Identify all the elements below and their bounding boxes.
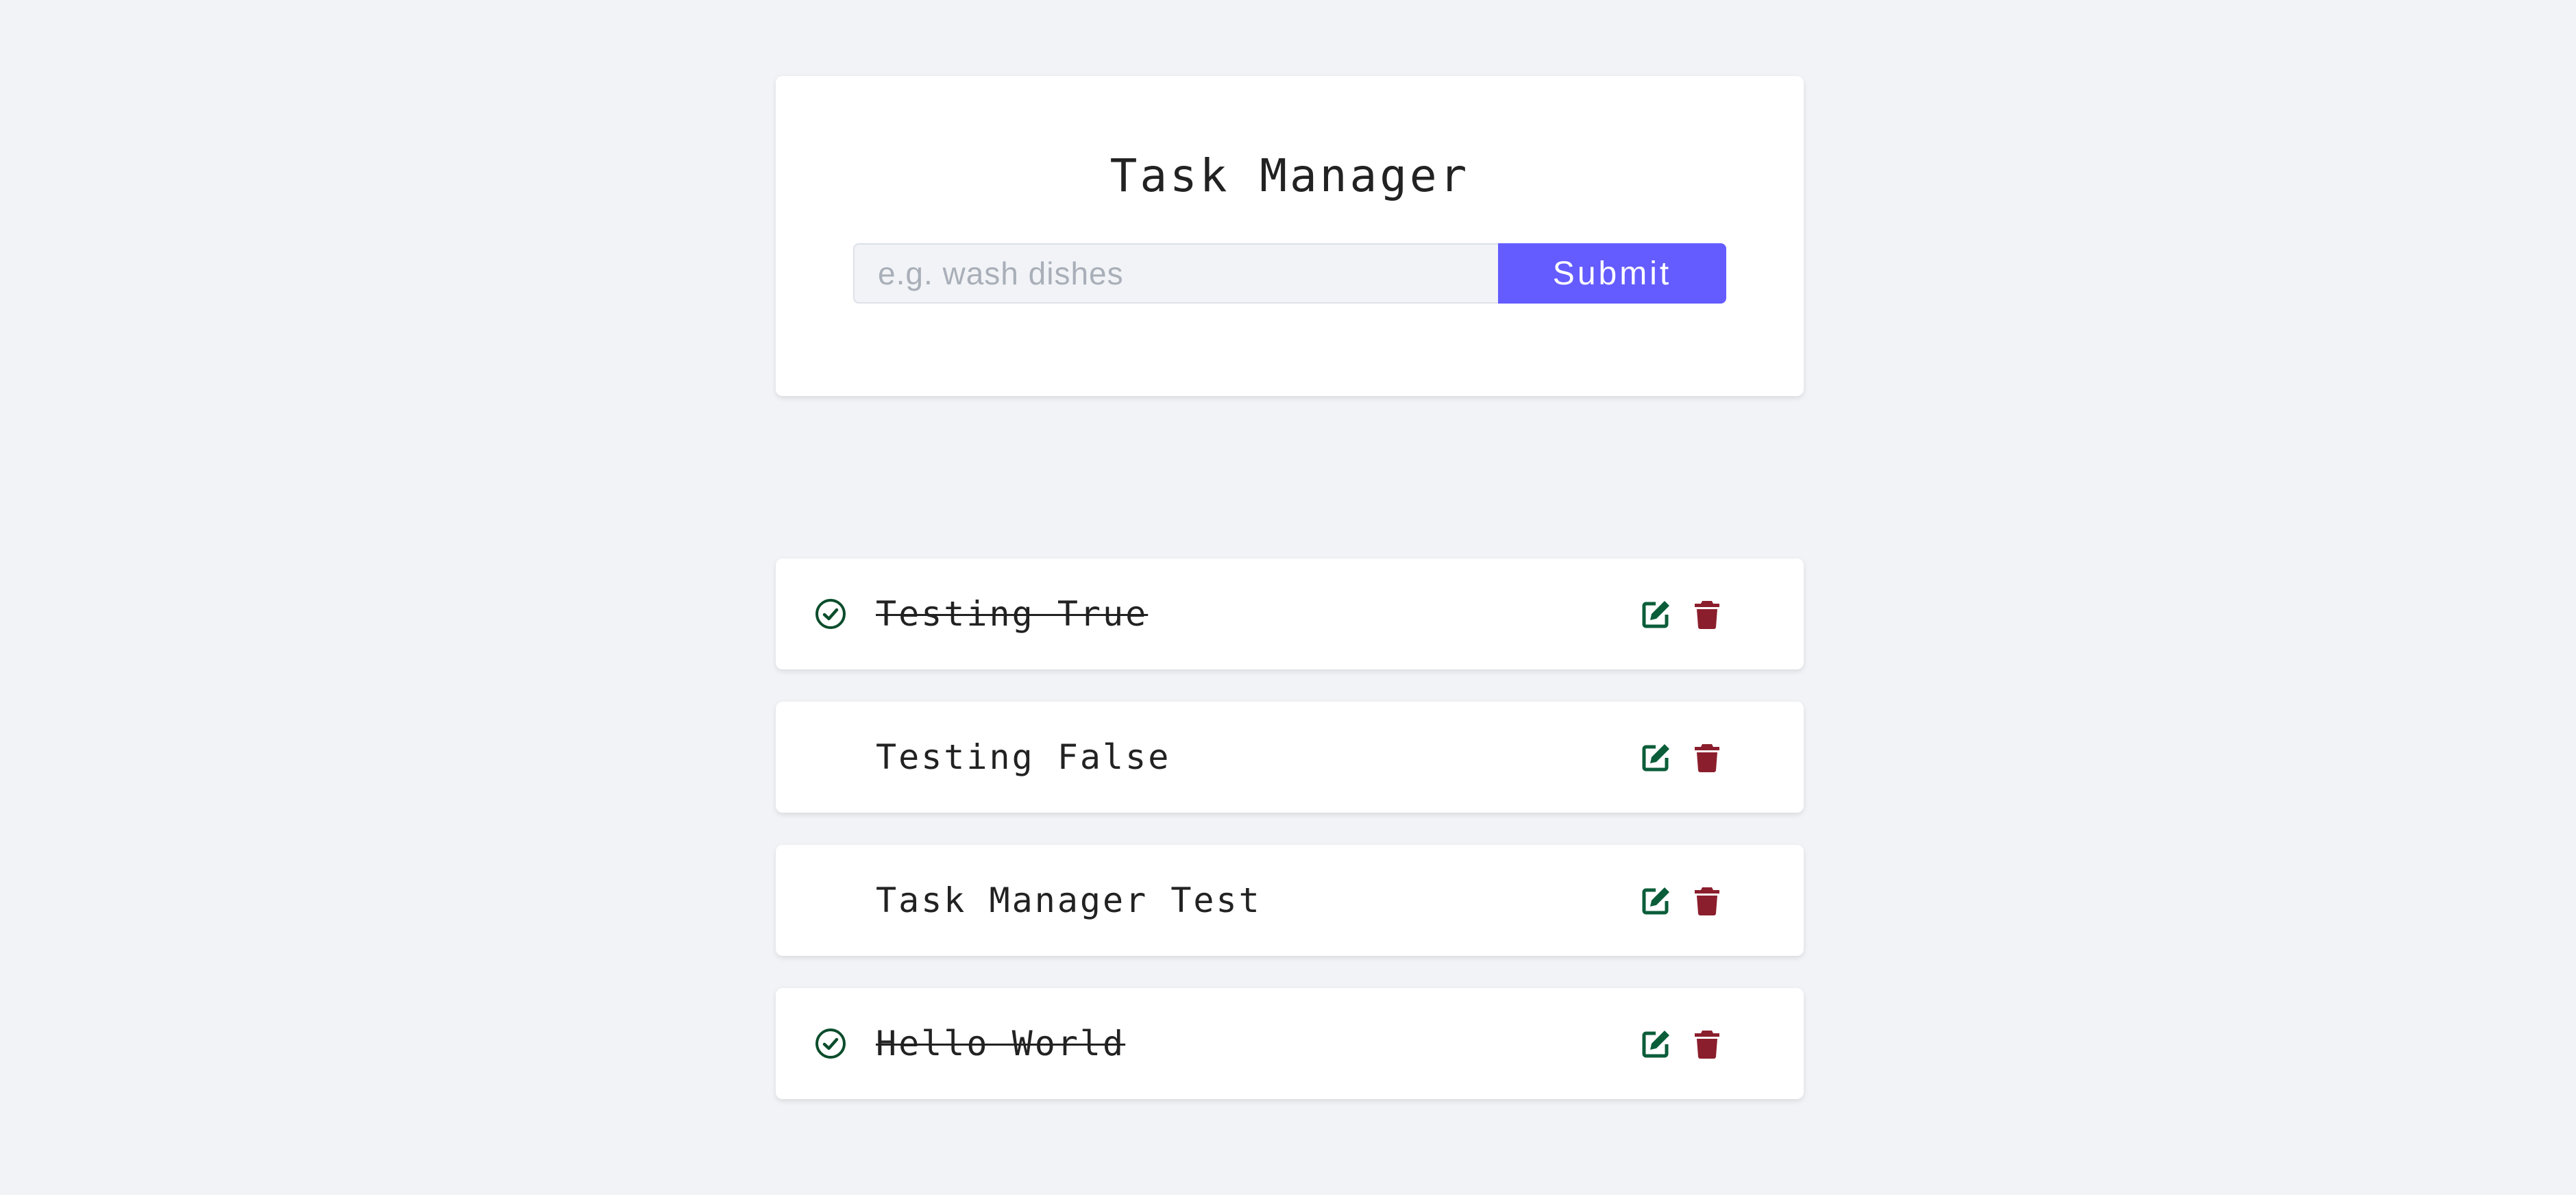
task-title: Hello World: [876, 1024, 1126, 1063]
task-title: Task Manager Test: [876, 880, 1262, 920]
trash-icon: [1691, 1028, 1723, 1059]
page-title: Task Manager: [1109, 149, 1470, 202]
check-circle-icon: [814, 598, 847, 630]
edit-icon: [1641, 885, 1672, 916]
delete-task-button[interactable]: [1691, 885, 1723, 916]
submit-button[interactable]: Submit: [1498, 243, 1726, 304]
task-item: Hello World: [776, 988, 1804, 1099]
edit-icon: [1641, 598, 1672, 630]
edit-task-button[interactable]: [1641, 885, 1672, 916]
task-list: Testing True Testing False Task Manager …: [776, 558, 1804, 1131]
task-input[interactable]: [853, 243, 1498, 304]
trash-icon: [1691, 598, 1723, 630]
task-manager-page: Task Manager Submit Testing True: [0, 0, 2576, 1195]
edit-task-button[interactable]: [1641, 598, 1672, 630]
edit-icon: [1641, 741, 1672, 773]
task-item: Task Manager Test: [776, 845, 1804, 956]
edit-task-button[interactable]: [1641, 1028, 1672, 1059]
add-task-form: Submit: [853, 243, 1726, 304]
task-item: Testing False: [776, 702, 1804, 813]
task-item: Testing True: [776, 558, 1804, 669]
delete-task-button[interactable]: [1691, 1028, 1723, 1059]
trash-icon: [1691, 885, 1723, 916]
edit-task-button[interactable]: [1641, 741, 1672, 773]
delete-task-button[interactable]: [1691, 741, 1723, 773]
task-title: Testing False: [876, 737, 1171, 777]
delete-task-button[interactable]: [1691, 598, 1723, 630]
edit-icon: [1641, 1028, 1672, 1059]
task-form-card: Task Manager Submit: [776, 76, 1804, 396]
task-title: Testing True: [876, 594, 1149, 634]
check-circle-icon: [814, 1027, 847, 1060]
trash-icon: [1691, 741, 1723, 773]
